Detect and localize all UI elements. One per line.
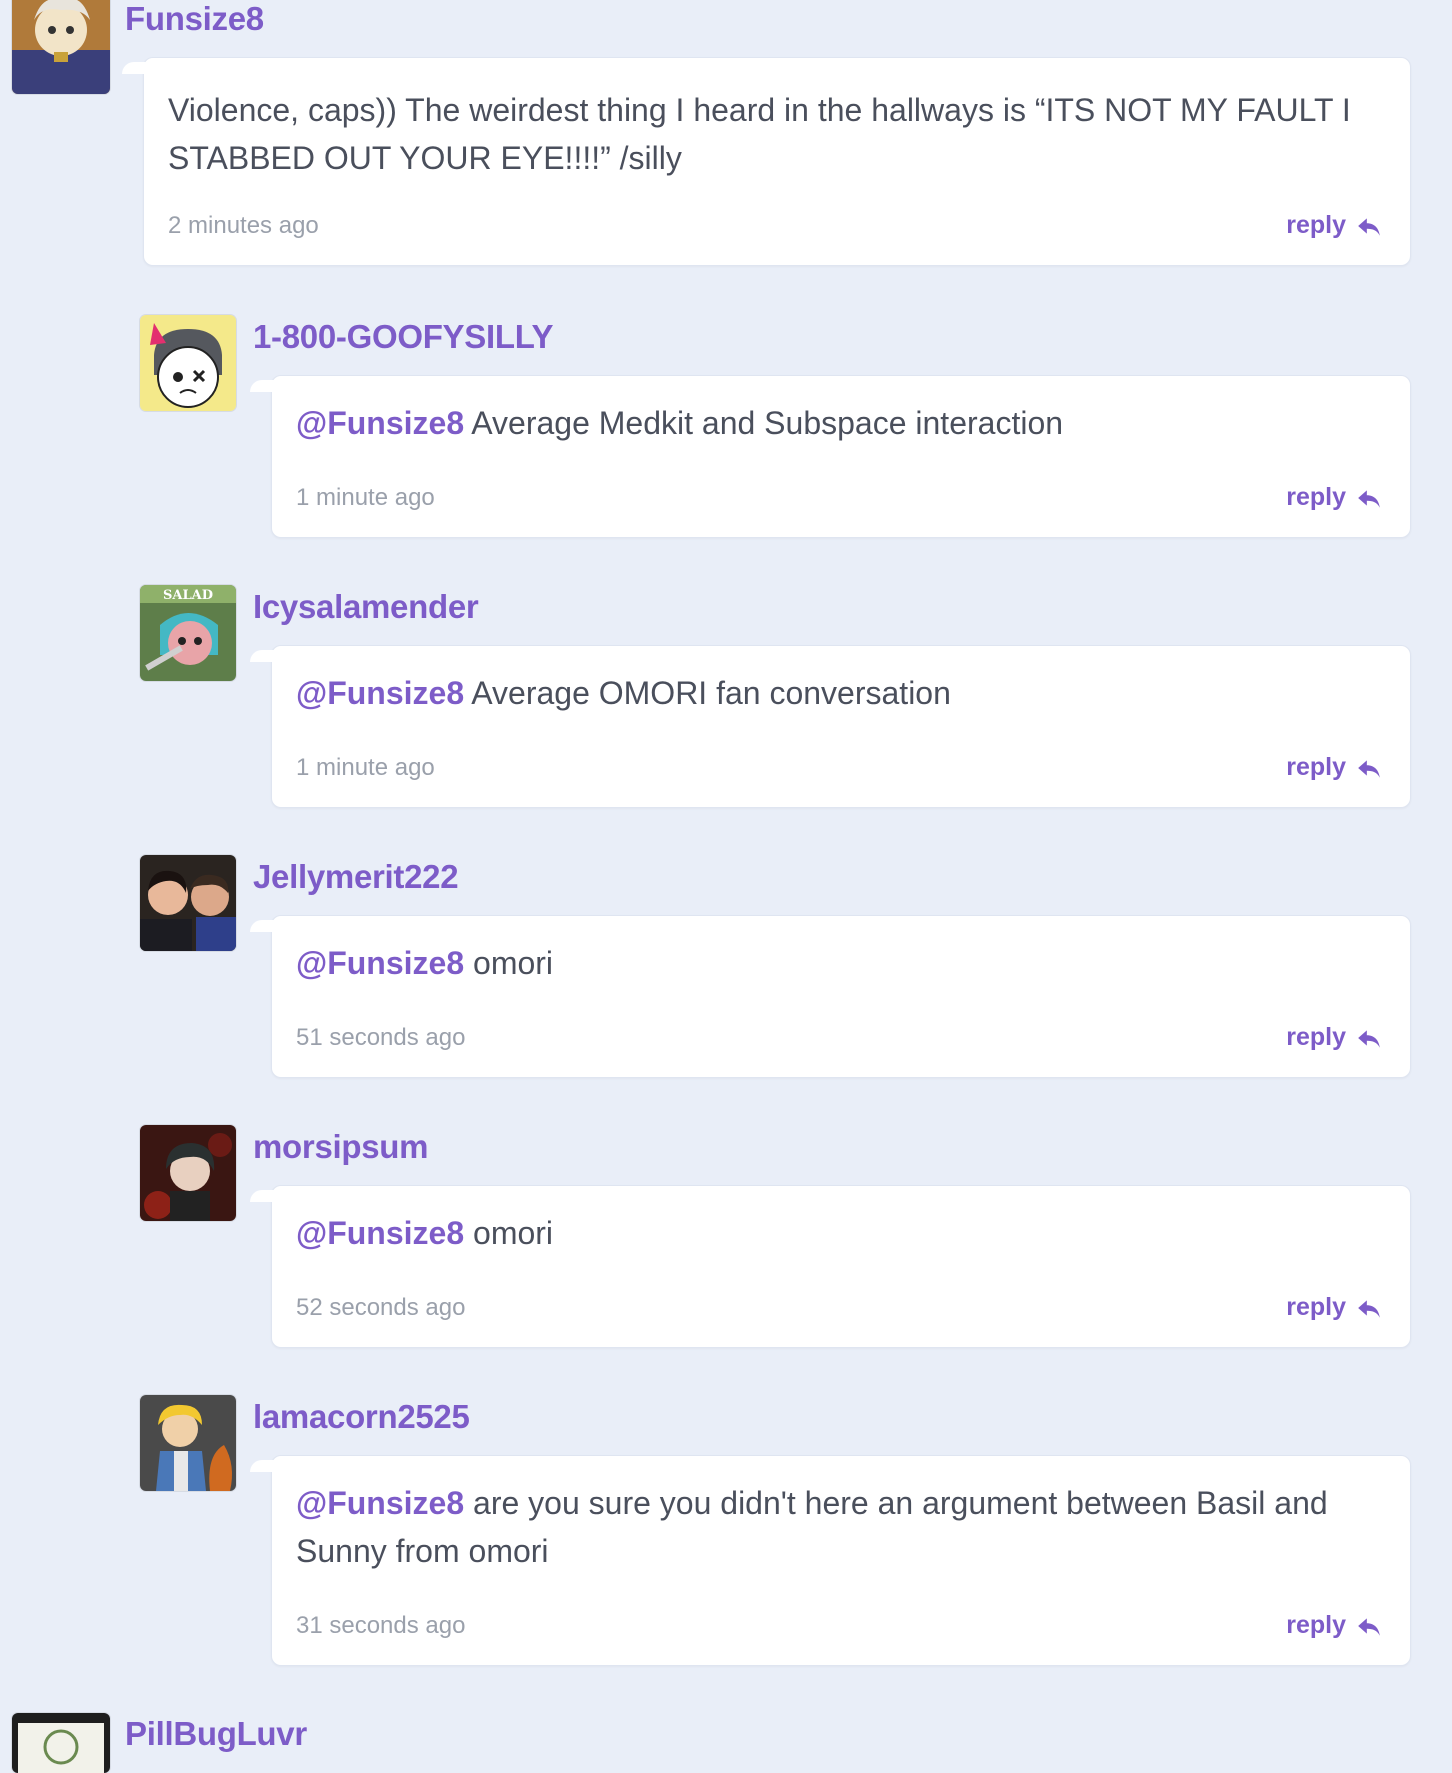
reply-button[interactable]: reply	[1286, 1611, 1382, 1640]
reply-button[interactable]: reply	[1286, 1023, 1382, 1052]
comment-username[interactable]: Funsize8	[125, 0, 264, 38]
comment-bubble: Violence, caps)) The weirdest thing I he…	[122, 57, 1411, 266]
comment-bubble: @Funsize8 omori 52 seconds ago reply	[250, 1185, 1411, 1348]
mention-link[interactable]: @Funsize8	[296, 945, 464, 981]
reply-button[interactable]: reply	[1286, 1293, 1382, 1322]
comment-text: @Funsize8 omori	[296, 939, 1370, 987]
avatar-image	[140, 1125, 236, 1221]
mention-link[interactable]: @Funsize8	[296, 675, 464, 711]
comment-text: Violence, caps)) The weirdest thing I he…	[168, 86, 1370, 182]
reply-button[interactable]: reply	[1286, 211, 1382, 240]
user-avatar[interactable]	[12, 0, 110, 94]
reply-arrow-icon	[1358, 489, 1380, 508]
reply-arrow-icon	[1358, 1617, 1380, 1636]
avatar-image	[140, 855, 236, 951]
comment-username[interactable]: Icysalamender	[253, 588, 479, 626]
user-avatar[interactable]	[140, 1395, 236, 1491]
reply-label: reply	[1286, 1293, 1346, 1321]
comment-timestamp: 1 minute ago	[296, 754, 435, 781]
reply-label: reply	[1286, 1023, 1346, 1051]
comment-username[interactable]: morsipsum	[253, 1128, 428, 1166]
mention-link[interactable]: @Funsize8	[296, 405, 464, 441]
user-avatar[interactable]	[12, 1713, 110, 1773]
user-avatar[interactable]: SALAD	[140, 585, 236, 681]
reply-arrow-icon	[1358, 759, 1380, 778]
comment-username[interactable]: Jellymerit222	[253, 858, 459, 896]
avatar-text: SALAD	[163, 588, 213, 603]
comment-body: Average Medkit and Subspace interaction	[471, 405, 1064, 441]
avatar-image	[140, 1395, 236, 1491]
comment-body: omori	[473, 1215, 554, 1251]
user-avatar[interactable]	[140, 315, 236, 411]
reply-label: reply	[1286, 1611, 1346, 1639]
mention-link[interactable]: @Funsize8	[296, 1485, 464, 1521]
reply-button[interactable]: reply	[1286, 753, 1382, 782]
user-avatar[interactable]	[140, 1125, 236, 1221]
reply-label: reply	[1286, 211, 1346, 239]
reply-arrow-icon	[1358, 217, 1380, 236]
comment-username[interactable]: lamacorn2525	[253, 1398, 470, 1436]
comment-body: Violence, caps)) The weirdest thing I he…	[168, 92, 1351, 176]
comment-text: @Funsize8 Average OMORI fan conversation	[296, 669, 1370, 717]
comment-timestamp: 1 minute ago	[296, 484, 435, 511]
avatar-image	[12, 0, 110, 94]
comment-username[interactable]: PillBugLuvr	[125, 1715, 307, 1753]
reply-arrow-icon	[1358, 1029, 1380, 1048]
reply-arrow-icon	[1358, 1299, 1380, 1318]
comment-bubble: @Funsize8 Average OMORI fan conversation…	[250, 645, 1411, 808]
comment-text: @Funsize8 omori	[296, 1209, 1370, 1257]
comment-timestamp: 2 minutes ago	[168, 212, 319, 239]
comment-bubble: @Funsize8 Average Medkit and Subspace in…	[250, 375, 1411, 538]
comment-bubble: @Funsize8 omori 51 seconds ago reply	[250, 915, 1411, 1078]
user-avatar[interactable]	[140, 855, 236, 951]
avatar-image	[12, 1713, 110, 1773]
mention-link[interactable]: @Funsize8	[296, 1215, 464, 1251]
comment-timestamp: 52 seconds ago	[296, 1294, 466, 1321]
comment-body: Average OMORI fan conversation	[471, 675, 951, 711]
comment-text: @Funsize8 are you sure you didn't here a…	[296, 1479, 1370, 1575]
comment-timestamp: 31 seconds ago	[296, 1612, 466, 1639]
reply-button[interactable]: reply	[1286, 483, 1382, 512]
avatar-image	[140, 315, 236, 411]
reply-label: reply	[1286, 483, 1346, 511]
comment-username[interactable]: 1-800-GOOFYSILLY	[253, 318, 554, 356]
comment-timestamp: 51 seconds ago	[296, 1024, 466, 1051]
comment-bubble: @Funsize8 are you sure you didn't here a…	[250, 1455, 1411, 1666]
comment-text: @Funsize8 Average Medkit and Subspace in…	[296, 399, 1370, 447]
avatar-image: SALAD	[140, 585, 236, 681]
reply-label: reply	[1286, 753, 1346, 781]
comment-body: omori	[473, 945, 554, 981]
